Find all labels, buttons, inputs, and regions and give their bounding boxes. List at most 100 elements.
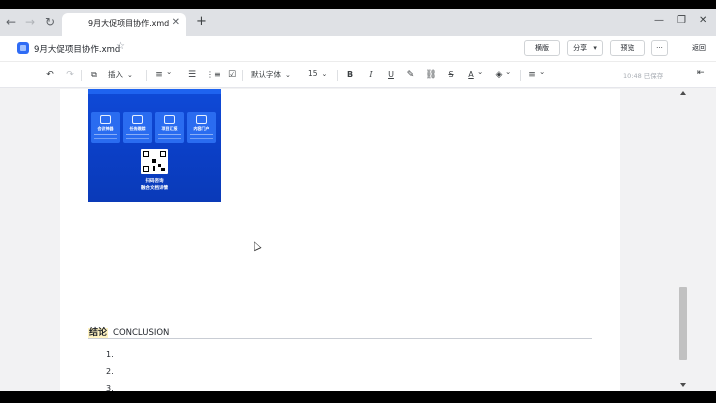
paragraph-align-icon[interactable]: ≡: [527, 68, 537, 82]
strikethrough-icon[interactable]: S: [446, 68, 456, 82]
tile-description: [94, 134, 117, 139]
star-icon[interactable]: ☆: [116, 41, 125, 52]
heading-divider: [88, 338, 592, 339]
more-button[interactable]: ···: [651, 40, 668, 56]
forward-arrow-icon[interactable]: →: [22, 14, 38, 30]
chevron-down-icon[interactable]: ⌄: [539, 67, 545, 76]
bullet-list-icon[interactable]: ☰: [186, 68, 198, 82]
share-button[interactable]: 分享 ▾: [567, 40, 603, 56]
qr-finder: [143, 151, 149, 157]
list-item[interactable]: 1.: [106, 350, 114, 359]
list-item[interactable]: 2.: [106, 367, 114, 376]
collapse-panel-icon[interactable]: ⇤: [697, 68, 705, 78]
poster-tile: 会议神器: [91, 112, 120, 143]
qr-finder: [160, 151, 166, 157]
tile-description: [126, 134, 149, 139]
tile-label: 任务跟踪: [129, 126, 146, 131]
font-family-value: 默认字体: [251, 70, 281, 79]
tile-description: [158, 134, 181, 139]
font-family-select[interactable]: 默认字体 ⌄: [251, 69, 291, 80]
minimize-icon[interactable]: —: [654, 15, 664, 27]
tile-label: 会议神器: [97, 126, 114, 131]
embedded-poster-image[interactable]: 会议神器 任务跟踪 项目汇报 内容门户 扫码咨询 融合文档详情: [88, 89, 221, 202]
toolbar-divider: [146, 70, 147, 81]
heading-english: CONCLUSION: [113, 328, 170, 338]
tab-close-icon[interactable]: ✕: [172, 17, 180, 28]
save-status: 10:48 已保存: [623, 72, 664, 80]
chevron-down-icon: ▾: [593, 44, 597, 52]
font-size-select[interactable]: 15 ⌄: [308, 69, 327, 78]
chevron-down-icon: ⌄: [321, 70, 328, 78]
back-arrow-icon[interactable]: ←: [3, 14, 19, 30]
window-close-icon[interactable]: ✕: [699, 15, 707, 27]
restore-icon[interactable]: ❐: [677, 15, 686, 27]
chevron-down-icon: ⌄: [127, 71, 133, 79]
poster-cta-line2: 融合文档详情: [141, 186, 168, 191]
qr-code-icon: [141, 149, 168, 174]
document-title[interactable]: 9月大促项目协作.xmd: [34, 43, 120, 55]
align-icon[interactable]: ≡: [154, 68, 164, 82]
list-item[interactable]: 3.: [106, 384, 114, 391]
doc-logo-icon: [17, 42, 29, 54]
portal-icon: [196, 115, 207, 124]
poster-tile: 项目汇报: [155, 112, 184, 143]
return-button[interactable]: 返回: [692, 43, 706, 53]
link-icon[interactable]: ⛓: [425, 68, 437, 82]
reload-icon[interactable]: ↻: [42, 14, 58, 30]
scrollbar-thumb[interactable]: [679, 287, 687, 360]
insert-label: 插入: [108, 70, 123, 79]
poster-cta-line1: 扫码咨询: [145, 179, 164, 184]
qr-module: [153, 166, 155, 171]
underline-icon[interactable]: U: [386, 68, 396, 82]
task-list-icon[interactable]: ☑: [226, 68, 238, 82]
heading-chinese: 结论: [88, 328, 109, 338]
chevron-down-icon[interactable]: ⌄: [166, 67, 172, 76]
meeting-icon: [100, 115, 111, 124]
share-label: 分享: [573, 44, 588, 52]
insert-menu[interactable]: 插入 ⌄: [108, 69, 133, 80]
chevron-down-icon[interactable]: ⌄: [477, 67, 483, 76]
tab-title: 9月大促项目协作.xmd: [88, 19, 170, 28]
text-color-icon[interactable]: A: [466, 68, 476, 82]
landscape-button[interactable]: 横版: [524, 40, 560, 56]
section-heading[interactable]: 结论 CONCLUSION: [88, 320, 169, 339]
toolbar-divider: [242, 70, 243, 81]
italic-icon[interactable]: I: [366, 68, 376, 82]
poster-tile: 任务跟踪: [123, 112, 152, 143]
qr-module: [158, 164, 161, 167]
toolbar-divider: [520, 70, 521, 81]
undo-icon[interactable]: ↶: [44, 68, 56, 82]
new-tab-button[interactable]: +: [196, 15, 207, 29]
editor-toolbar: ↶ ↷ ⧉ 插入 ⌄ ≡ ⌄ ☰ ⋮≡ ☑ 默认字体 ⌄ 15 ⌄ B I U ✎ ⛓…: [0, 62, 716, 88]
insert-icon[interactable]: ⧉: [88, 68, 100, 82]
task-icon: [132, 115, 143, 124]
tile-label: 内容门户: [193, 126, 210, 131]
qr-module: [161, 168, 165, 171]
tile-description: [190, 134, 213, 139]
tile-label: 项目汇报: [161, 126, 178, 131]
browser-window: ← → ↻ 9月大促项目协作.xmd ✕ + — ❐ ✕ 9月大促项目协作.xm…: [0, 9, 716, 391]
poster-tile: 内容门户: [187, 112, 216, 143]
qr-module: [152, 159, 156, 163]
toolbar-divider: [337, 70, 338, 81]
browser-tab[interactable]: 9月大促项目协作.xmd ✕: [62, 13, 186, 36]
editor-canvas: 会议神器 任务跟踪 项目汇报 内容门户 扫码咨询 融合文档详情 结论 CONCL…: [0, 89, 716, 391]
toolbar-divider: [81, 70, 82, 81]
document-header: 9月大促项目协作.xmd ☆ 横版 分享 ▾ 预览 ··· 返回: [0, 36, 716, 62]
qr-finder: [143, 166, 149, 172]
document-page[interactable]: 会议神器 任务跟踪 项目汇报 内容门户 扫码咨询 融合文档详情 结论 CONCL…: [60, 89, 620, 391]
highlight-icon[interactable]: ✎: [405, 68, 416, 82]
report-icon: [164, 115, 175, 124]
numbered-list-icon[interactable]: ⋮≡: [206, 68, 221, 82]
font-size-value: 15: [308, 69, 318, 78]
preview-button[interactable]: 预览: [610, 40, 645, 56]
poster-header-band: [88, 89, 221, 94]
tab-strip: ← → ↻ 9月大促项目协作.xmd ✕ + — ❐ ✕: [0, 9, 716, 36]
background-color-icon[interactable]: ◈: [494, 68, 504, 82]
scroll-down-icon[interactable]: [680, 383, 686, 387]
chevron-down-icon: ⌄: [285, 71, 291, 79]
bold-icon[interactable]: B: [345, 68, 355, 82]
chevron-down-icon[interactable]: ⌄: [505, 67, 511, 76]
scroll-up-icon[interactable]: [680, 91, 686, 95]
redo-icon[interactable]: ↷: [64, 68, 76, 82]
